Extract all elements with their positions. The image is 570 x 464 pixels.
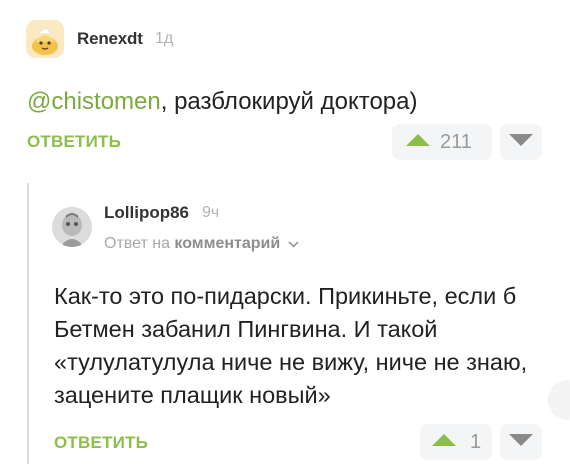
- reply-time: 9ч: [202, 204, 220, 221]
- reply-text: Как-то это по-пидарски. Прикиньте, если …: [54, 283, 528, 408]
- mention-link[interactable]: @chistomen: [27, 88, 161, 115]
- reply-context[interactable]: Ответ на комментарий: [104, 235, 299, 253]
- chevron-down-icon[interactable]: [288, 235, 299, 253]
- comment-text: @chistomen, разблокируй доктора): [27, 88, 417, 116]
- reply-button[interactable]: ОТВЕТИТЬ: [27, 132, 121, 152]
- rating-count-2: 1: [470, 430, 482, 453]
- reply-author[interactable]: Lollipop86: [104, 203, 189, 223]
- downvote-button-2[interactable]: [500, 424, 542, 460]
- comment-body: , разблокируй доктора): [160, 88, 418, 115]
- comment-time: 1д: [155, 30, 174, 47]
- upvote-button[interactable]: 211: [392, 124, 492, 160]
- triangle-down-icon: [509, 433, 533, 451]
- triangle-up-icon: [432, 433, 456, 451]
- comment-author[interactable]: Renexdt: [77, 29, 143, 49]
- avatar-lollipop86[interactable]: [52, 207, 92, 247]
- reply-target[interactable]: комментарий: [174, 235, 280, 252]
- reply-button-2[interactable]: ОТВЕТИТЬ: [54, 433, 148, 453]
- triangle-up-icon: [406, 133, 430, 151]
- triangle-down-icon: [509, 133, 533, 151]
- avatar-renexdt[interactable]: [26, 20, 64, 58]
- upvote-button-2[interactable]: 1: [420, 424, 492, 460]
- thread-line[interactable]: [27, 183, 29, 464]
- rating-count: 211: [440, 130, 472, 153]
- reply-prefix: Ответ на: [104, 235, 175, 253]
- downvote-button[interactable]: [500, 124, 542, 160]
